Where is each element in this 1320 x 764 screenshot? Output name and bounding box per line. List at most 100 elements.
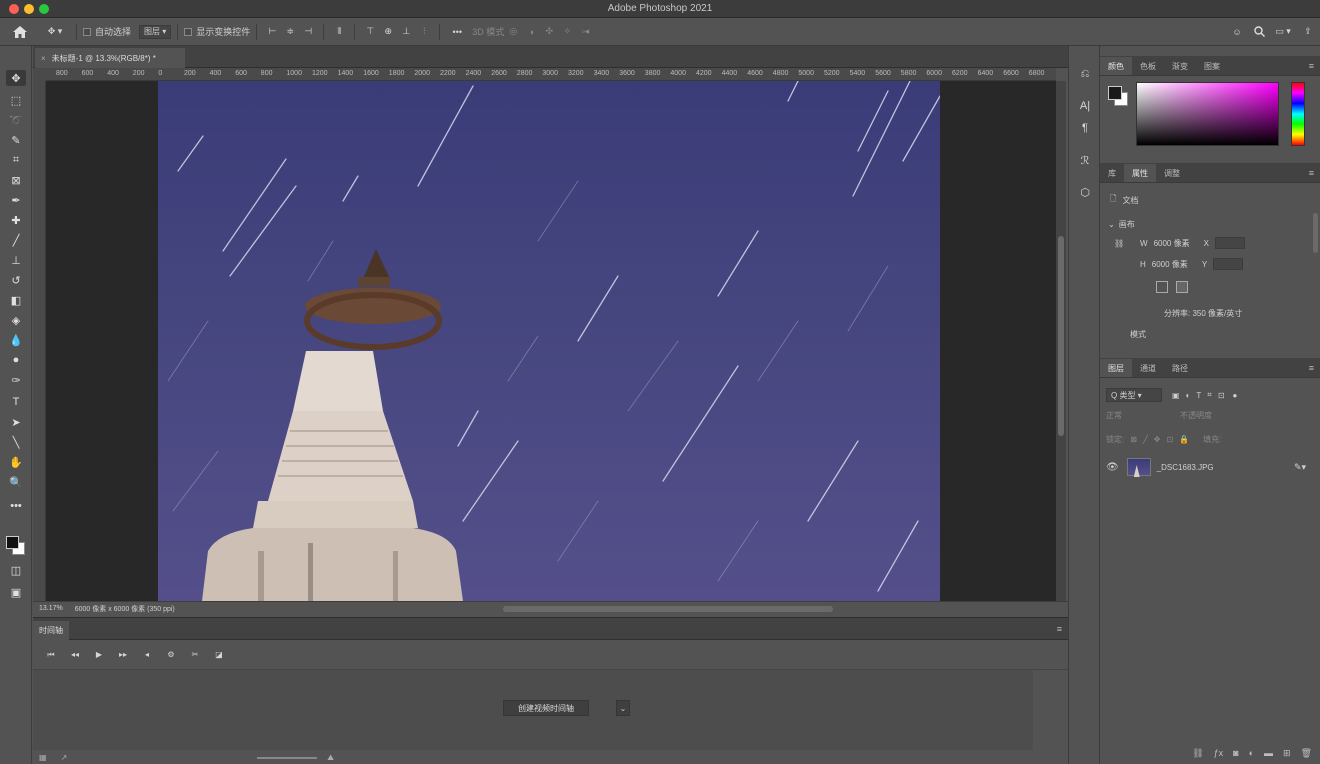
properties-scrollbar[interactable] xyxy=(1313,213,1318,253)
horizontal-scroll-thumb[interactable] xyxy=(503,606,833,612)
distribute-h-icon[interactable]: ⫴ xyxy=(330,26,348,37)
tab-gradients[interactable]: 渐变 xyxy=(1164,57,1196,75)
brush-tool-icon[interactable]: ╱ xyxy=(6,232,26,248)
dodge-tool-icon[interactable]: ● xyxy=(6,352,26,368)
next-frame-icon[interactable]: ▸▸ xyxy=(111,650,135,659)
transition-icon[interactable]: ◪ xyxy=(207,650,231,659)
adjustment-layer-icon[interactable]: ◐ xyxy=(1249,748,1254,758)
paragraph-icon[interactable]: ¶ xyxy=(1077,120,1093,136)
align-left-icon[interactable]: ⊢ xyxy=(263,26,281,37)
link-layers-icon[interactable]: ⛓ xyxy=(1192,748,1203,759)
filter-smart-object-icon[interactable]: ⊡ xyxy=(1218,391,1225,400)
move-tool-icon[interactable]: ✥ xyxy=(6,70,26,86)
filter-toggle-icon[interactable]: ● xyxy=(1233,391,1238,400)
more-options-icon[interactable]: ••• xyxy=(446,27,468,37)
lock-position-icon[interactable]: ✥ xyxy=(1154,435,1161,444)
panel-menu-icon[interactable]: ≡ xyxy=(1309,363,1314,373)
path-selection-tool-icon[interactable]: ➤ xyxy=(6,414,26,430)
lock-transparent-icon[interactable]: ⊠ xyxy=(1130,435,1137,444)
crop-tool-icon[interactable]: ⌗ xyxy=(6,152,26,168)
align-bottom-icon[interactable]: ⊥ xyxy=(397,26,415,37)
foreground-color-swatch[interactable] xyxy=(6,536,19,549)
timeline-convert-icon[interactable]: ↗ xyxy=(61,753,68,762)
new-layer-icon[interactable]: ⊞ xyxy=(1283,748,1291,759)
workspace-icon[interactable]: ▭ ▾ xyxy=(1270,26,1296,37)
lock-pixels-icon[interactable]: ╱ xyxy=(1143,435,1148,444)
marquee-tool-icon[interactable]: ⬚ xyxy=(6,92,26,108)
roll-3d-icon[interactable]: ◑ xyxy=(522,27,540,37)
new-group-icon[interactable]: ▬ xyxy=(1264,748,1273,758)
canvas-section-header[interactable]: ⌄ 画布 xyxy=(1108,219,1135,230)
color-field[interactable] xyxy=(1136,82,1279,146)
screen-mode-icon[interactable]: ▣ xyxy=(6,584,26,600)
settings-icon[interactable]: ⚙ xyxy=(159,650,183,659)
panel-menu-icon[interactable]: ≡ xyxy=(1309,168,1314,178)
timeline-grid-icon[interactable]: ▦ xyxy=(39,753,47,762)
lock-artboard-icon[interactable]: ⊡ xyxy=(1166,435,1173,444)
history-icon[interactable]: ⎌ xyxy=(1077,66,1093,82)
clone-stamp-tool-icon[interactable]: ⊥ xyxy=(6,252,26,268)
vertical-scrollbar[interactable] xyxy=(1056,81,1066,601)
edit-toolbar-icon[interactable]: ••• xyxy=(6,498,26,514)
foreground-color-chip[interactable] xyxy=(1108,86,1122,100)
smart-filter-icon[interactable]: ✎▾ xyxy=(1294,462,1306,473)
align-vcenter-icon[interactable]: ⊕ xyxy=(379,26,397,37)
distribute-v-icon[interactable]: ⫶ xyxy=(415,26,433,37)
layer-style-icon[interactable]: ƒx xyxy=(1214,748,1224,758)
vertical-scroll-thumb[interactable] xyxy=(1058,236,1064,436)
show-transform-checkbox[interactable]: 显示变换控件 xyxy=(184,22,250,42)
vertical-ruler[interactable] xyxy=(33,81,46,601)
create-video-timeline-button[interactable]: 创建视频时间轴 xyxy=(503,700,589,716)
line-tool-icon[interactable]: ╲ xyxy=(6,434,26,450)
tab-patterns[interactable]: 图案 xyxy=(1196,57,1228,75)
add-mask-icon[interactable]: ◙ xyxy=(1233,748,1238,758)
first-frame-icon[interactable]: ⏮ xyxy=(39,650,63,660)
timeline-zoom-slider[interactable] xyxy=(257,756,318,759)
timeline-mode-dropdown[interactable]: ⌄ xyxy=(616,700,630,716)
filter-adjustment-icon[interactable]: ◐ xyxy=(1186,391,1191,400)
tab-adjustments[interactable]: 调整 xyxy=(1156,164,1188,182)
layer-row[interactable]: 👁 _DSC1683.JPG ✎▾ xyxy=(1100,456,1320,478)
glyphs-icon[interactable]: ℛ xyxy=(1077,152,1093,168)
split-icon[interactable]: ✂ xyxy=(183,650,207,659)
type-tool-icon[interactable]: T xyxy=(6,394,26,410)
layer-select-dropdown[interactable]: 图层 ▾ xyxy=(139,24,172,39)
landscape-icon[interactable] xyxy=(1176,281,1188,293)
horizontal-ruler[interactable]: 800 600 400 200 0 200 400 600 800 1000 1200 1400 160… xyxy=(46,68,1056,81)
share-icon[interactable]: ⇪ xyxy=(1296,26,1320,37)
eyedropper-tool-icon[interactable]: ✒ xyxy=(6,192,26,208)
timeline-zoom-icon[interactable]: ⛰ xyxy=(327,753,334,763)
timeline-tab[interactable]: 时间轴 xyxy=(33,621,69,640)
eye-icon[interactable]: 👁 xyxy=(1106,462,1119,473)
hand-tool-icon[interactable]: ✋ xyxy=(6,454,26,470)
drag-3d-icon[interactable]: ✣ xyxy=(540,26,558,37)
eraser-tool-icon[interactable]: ◧ xyxy=(6,292,26,308)
tab-layers[interactable]: 图层 xyxy=(1100,359,1132,377)
panel-menu-icon[interactable]: ≡ xyxy=(1057,624,1062,634)
tab-properties[interactable]: 属性 xyxy=(1124,164,1156,182)
portrait-icon[interactable] xyxy=(1156,281,1168,293)
audio-icon[interactable]: ◂ xyxy=(135,650,159,659)
align-hcenter-icon[interactable]: ≑ xyxy=(281,26,299,37)
filter-pixel-icon[interactable]: ▣ xyxy=(1172,391,1180,400)
document-tab[interactable]: × 未标题-1 @ 13.3%(RGB/8*) * xyxy=(35,48,185,68)
zoom-level[interactable]: 13.17% xyxy=(39,605,63,612)
delete-layer-icon[interactable]: 🗑 xyxy=(1301,748,1312,759)
align-top-icon[interactable]: ⊤ xyxy=(361,26,379,37)
lock-all-icon[interactable]: 🔒 xyxy=(1179,435,1189,444)
layer-filter-dropdown[interactable]: Q 类型 ▾ xyxy=(1106,388,1162,402)
frame-tool-icon[interactable]: ⊠ xyxy=(6,172,26,188)
blur-tool-icon[interactable]: 💧 xyxy=(6,332,26,348)
tab-channels[interactable]: 通道 xyxy=(1132,359,1164,377)
close-tab-icon[interactable]: × xyxy=(41,54,46,63)
paint-bucket-tool-icon[interactable]: ◈ xyxy=(6,312,26,328)
3d-cube-icon[interactable]: ⬡ xyxy=(1077,184,1093,200)
hue-slider[interactable] xyxy=(1291,82,1305,146)
healing-brush-tool-icon[interactable]: ✚ xyxy=(6,212,26,228)
panel-menu-icon[interactable]: ≡ xyxy=(1309,61,1314,71)
quick-mask-icon[interactable]: ◫ xyxy=(6,562,26,578)
magic-wand-tool-icon[interactable]: ✎ xyxy=(6,132,26,148)
orbit-3d-icon[interactable]: ◎ xyxy=(504,26,522,37)
layer-name[interactable]: _DSC1683.JPG xyxy=(1157,463,1214,472)
canvas-area[interactable] xyxy=(46,81,1056,601)
